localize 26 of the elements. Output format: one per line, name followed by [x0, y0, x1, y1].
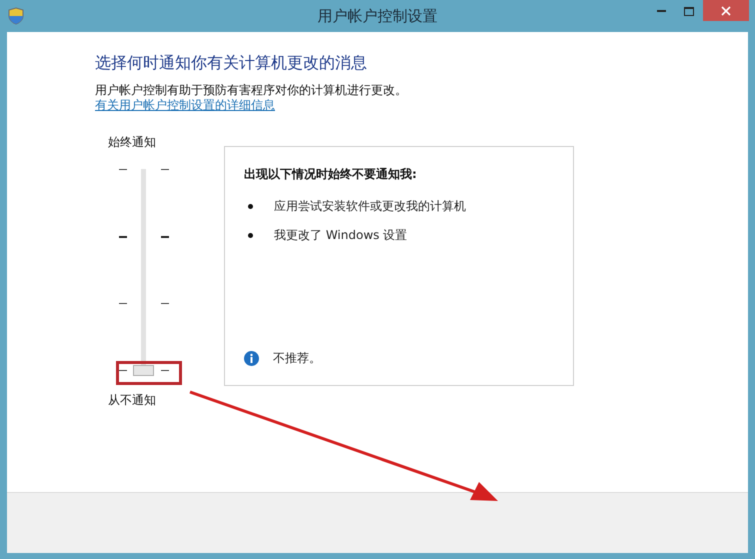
tick-mark	[119, 236, 127, 238]
info-icon	[244, 350, 259, 366]
tick-mark	[119, 303, 127, 304]
bullet-text: 我更改了 Windows 设置	[274, 227, 408, 244]
tick-mark	[119, 370, 127, 371]
tick-mark	[119, 169, 127, 170]
bullet-text: 应用尝试安装软件或更改我的计算机	[274, 198, 466, 215]
close-icon	[721, 6, 731, 16]
note-text: 不推荐。	[273, 350, 321, 367]
highlight-box	[116, 361, 182, 385]
tick-mark	[161, 370, 169, 371]
panel-title: 出现以下情况时始终不要通知我:	[244, 166, 418, 183]
shield-icon	[8, 7, 24, 25]
tick-mark	[161, 236, 169, 238]
tick-mark	[161, 169, 169, 170]
minimize-icon	[656, 10, 666, 12]
window-title: 用户帐户控制设置	[318, 6, 438, 27]
slider-thumb[interactable]	[133, 365, 154, 376]
slider-top-label: 始终通知	[108, 134, 157, 151]
heading: 选择何时通知你有关计算机更改的消息	[95, 52, 368, 74]
slider-bottom-label: 从不通知	[108, 392, 157, 409]
maximize-icon	[684, 6, 694, 16]
close-button[interactable]	[703, 0, 749, 21]
description: 用户帐户控制有助于预防有害程序对你的计算机进行更改。	[95, 83, 408, 98]
tick-mark	[161, 303, 169, 304]
details-link[interactable]: 有关用户帐户控制设置的详细信息	[95, 98, 275, 113]
